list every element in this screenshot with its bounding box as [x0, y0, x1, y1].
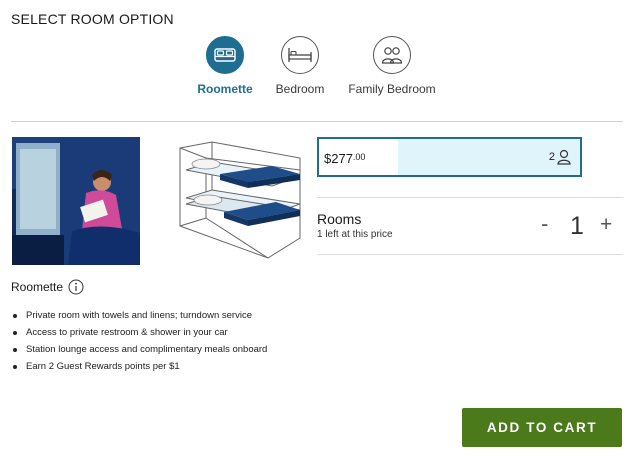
- roomette-berth-diagram: [176, 140, 304, 262]
- room-option-label: Roomette: [197, 82, 253, 96]
- rooms-label: Rooms: [317, 211, 362, 227]
- bed-icon: [206, 36, 244, 74]
- add-to-cart-button[interactable]: ADD TO CART: [462, 408, 622, 447]
- room-option-roomette[interactable]: Roomette: [195, 36, 255, 96]
- quantity-value: 1: [570, 212, 584, 240]
- rooms-availability: 1 left at this price: [317, 229, 393, 240]
- person-icon: [557, 149, 571, 165]
- room-features-list: Private room with towels and linens; tur…: [11, 307, 267, 375]
- list-item: Access to private restroom & shower in y…: [11, 324, 267, 341]
- quantity-decrease-button[interactable]: -: [541, 213, 548, 235]
- bed-room-icon: [281, 36, 319, 74]
- room-option-bedroom[interactable]: Bedroom: [273, 36, 327, 96]
- quantity-increase-button[interactable]: +: [600, 214, 612, 236]
- list-item: Earn 2 Guest Rewards points per $1: [11, 358, 267, 375]
- room-name: Roomette: [11, 280, 64, 294]
- room-option-family-bedroom[interactable]: Family Bedroom: [344, 36, 440, 96]
- room-option-tabs: Roomette Bedroom Family Bedroom: [0, 36, 642, 106]
- room-option-label: Family Bedroom: [348, 82, 436, 96]
- list-item: Private room with towels and linens; tur…: [11, 307, 267, 324]
- guest-count: 2: [548, 151, 555, 163]
- section-divider: [11, 121, 623, 122]
- info-icon[interactable]: [68, 279, 84, 295]
- family-icon: [373, 36, 411, 74]
- list-item: Station lounge access and complimentary …: [11, 341, 267, 358]
- room-option-label: Bedroom: [275, 82, 325, 96]
- roomette-photo: [12, 137, 140, 265]
- rooms-divider-bottom: [317, 254, 623, 255]
- price-amount: $277.00: [324, 151, 365, 166]
- price-option[interactable]: $277.00 2: [317, 137, 582, 177]
- price-cents: .00: [352, 152, 366, 162]
- rooms-divider-top: [317, 197, 623, 198]
- section-title: SELECT ROOM OPTION: [11, 11, 174, 27]
- price-dollars: $277: [324, 151, 353, 166]
